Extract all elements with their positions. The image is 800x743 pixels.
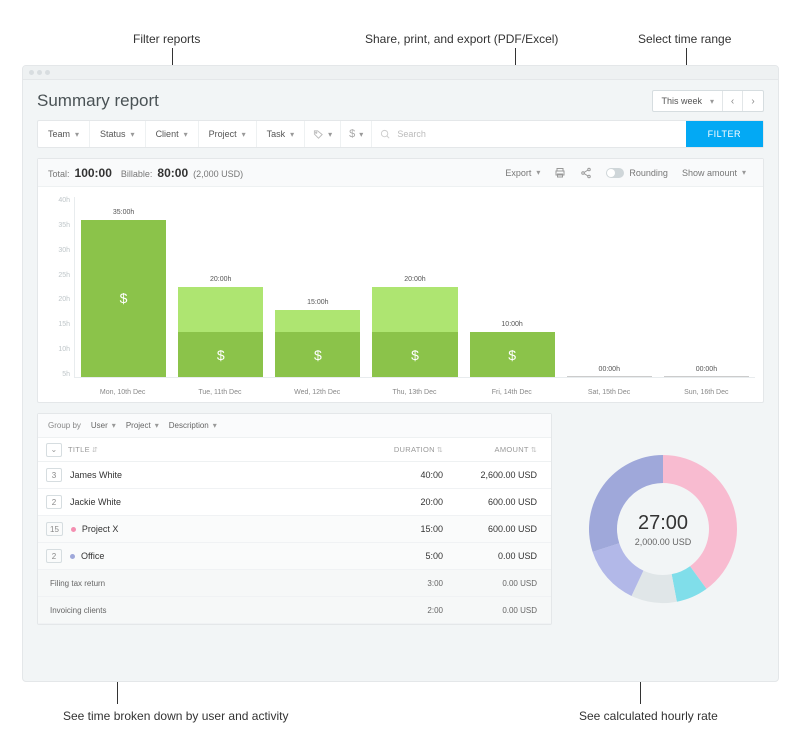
table-row[interactable]: 2 Office5:000.00 USD bbox=[38, 543, 551, 570]
row-amount: 600.00 USD bbox=[443, 524, 543, 534]
rounding-toggle[interactable]: Rounding bbox=[599, 168, 675, 178]
filter-button[interactable]: FILTER bbox=[686, 121, 763, 147]
annotation-share: Share, print, and export (PDF/Excel) bbox=[365, 32, 558, 46]
row-title: James White bbox=[70, 470, 353, 480]
project-color-dot bbox=[70, 554, 75, 559]
page-title: Summary report bbox=[37, 91, 159, 111]
donut-card: 27:00 2,000.00 USD bbox=[562, 413, 764, 625]
filter-team[interactable]: Team▾ bbox=[38, 121, 90, 147]
tag-icon bbox=[313, 129, 324, 140]
toggle-icon bbox=[606, 168, 624, 178]
filter-tag[interactable]: ▾ bbox=[305, 121, 341, 147]
filter-project[interactable]: Project▾ bbox=[199, 121, 257, 147]
expand-badge[interactable]: 2 bbox=[46, 549, 62, 563]
annotation-time: Select time range bbox=[638, 32, 731, 46]
donut-total-amount: 2,000.00 USD bbox=[635, 537, 692, 547]
sort-icon: ⇵ bbox=[92, 447, 98, 454]
row-title: Filing tax return bbox=[50, 579, 353, 588]
row-duration: 5:00 bbox=[353, 551, 443, 561]
expand-all-button[interactable]: ⌄ bbox=[46, 443, 62, 457]
share-button[interactable] bbox=[573, 167, 599, 179]
row-amount: 2,600.00 USD bbox=[443, 470, 543, 480]
table-header: ⌄ TITLE⇵ DURATION⇅ AMOUNT⇅ bbox=[38, 438, 551, 462]
filter-status[interactable]: Status▾ bbox=[90, 121, 146, 147]
row-duration: 40:00 bbox=[353, 470, 443, 480]
bar-column: 00:00h bbox=[658, 197, 755, 377]
totals: Total: 100:00 Billable: 80:00 (2,000 USD… bbox=[48, 166, 243, 180]
row-duration: 20:00 bbox=[353, 497, 443, 507]
row-amount: 0.00 USD bbox=[443, 551, 543, 561]
time-range-next[interactable]: › bbox=[743, 91, 763, 111]
time-range-picker[interactable]: This week▾ ‹ › bbox=[652, 90, 764, 112]
group-by-user[interactable]: User▾ bbox=[91, 421, 116, 430]
print-button[interactable] bbox=[547, 167, 573, 179]
table-row[interactable]: 15 Project X15:00600.00 USD bbox=[38, 516, 551, 543]
row-duration: 15:00 bbox=[353, 524, 443, 534]
bar-column: 20:00h$ bbox=[366, 197, 463, 377]
filter-client[interactable]: Client▾ bbox=[146, 121, 199, 147]
filter-billable[interactable]: $▾ bbox=[341, 121, 372, 147]
expand-badge[interactable]: 15 bbox=[46, 522, 63, 536]
chart-card: Total: 100:00 Billable: 80:00 (2,000 USD… bbox=[37, 158, 764, 403]
project-color-dot bbox=[71, 527, 76, 532]
col-duration[interactable]: DURATION⇅ bbox=[353, 445, 443, 454]
chevron-down-icon: ▾ bbox=[710, 97, 714, 106]
annotation-filter: Filter reports bbox=[133, 32, 200, 46]
search-input[interactable]: Search bbox=[372, 129, 685, 140]
table-row[interactable]: 2 Jackie White20:00600.00 USD bbox=[38, 489, 551, 516]
expand-badge[interactable]: 3 bbox=[46, 468, 62, 482]
bar-column: 10:00h$ bbox=[464, 197, 561, 377]
group-by-bar: Group by User▾ Project▾ Description▾ bbox=[38, 414, 551, 438]
row-title: Jackie White bbox=[70, 497, 353, 507]
printer-icon bbox=[554, 167, 566, 179]
table-row[interactable]: 3 James White40:002,600.00 USD bbox=[38, 462, 551, 489]
row-title: Office bbox=[81, 551, 353, 561]
export-dropdown[interactable]: Export▾ bbox=[498, 168, 547, 178]
chart-toolbar: Total: 100:00 Billable: 80:00 (2,000 USD… bbox=[38, 159, 763, 187]
expand-badge[interactable]: 2 bbox=[46, 495, 62, 509]
breakdown-table: Group by User▾ Project▾ Description▾ ⌄ T… bbox=[37, 413, 552, 625]
row-amount: 600.00 USD bbox=[443, 497, 543, 507]
annotation-rate: See calculated hourly rate bbox=[579, 709, 718, 723]
row-title: Project X bbox=[82, 524, 353, 534]
app-window: Summary report This week▾ ‹ › Team▾ Stat… bbox=[22, 65, 779, 682]
col-title[interactable]: TITLE⇵ bbox=[68, 445, 353, 454]
group-by-description[interactable]: Description▾ bbox=[169, 421, 217, 430]
row-amount: 0.00 USD bbox=[443, 579, 543, 588]
bar-column: 20:00h$ bbox=[172, 197, 269, 377]
time-range-select[interactable]: This week▾ bbox=[653, 91, 723, 111]
bar-column: 15:00h$ bbox=[269, 197, 366, 377]
search-icon bbox=[380, 129, 391, 140]
row-duration: 3:00 bbox=[353, 579, 443, 588]
dollar-icon: $ bbox=[349, 128, 355, 140]
row-duration: 2:00 bbox=[353, 606, 443, 615]
window-titlebar bbox=[23, 66, 778, 80]
filter-bar: Team▾ Status▾ Client▾ Project▾ Task▾ ▾ $… bbox=[37, 120, 764, 148]
col-amount[interactable]: AMOUNT⇅ bbox=[443, 445, 543, 454]
row-amount: 0.00 USD bbox=[443, 606, 543, 615]
filter-task[interactable]: Task▾ bbox=[257, 121, 306, 147]
table-row[interactable]: Invoicing clients2:000.00 USD bbox=[38, 597, 551, 624]
bar-column: 00:00h bbox=[561, 197, 658, 377]
row-title: Invoicing clients bbox=[50, 606, 353, 615]
group-by-project[interactable]: Project▾ bbox=[126, 421, 159, 430]
annotation-breakdown: See time broken down by user and activit… bbox=[63, 709, 288, 723]
time-range-prev[interactable]: ‹ bbox=[723, 91, 743, 111]
donut-total-time: 27:00 bbox=[638, 512, 688, 535]
share-icon bbox=[580, 167, 592, 179]
table-row[interactable]: Filing tax return3:000.00 USD bbox=[38, 570, 551, 597]
bar-chart: 40h35h30h25h20h15h10h5h 35:00h$20:00h$15… bbox=[38, 187, 763, 402]
show-amount-dropdown[interactable]: Show amount▾ bbox=[675, 168, 753, 178]
bar-column: 35:00h$ bbox=[75, 197, 172, 377]
